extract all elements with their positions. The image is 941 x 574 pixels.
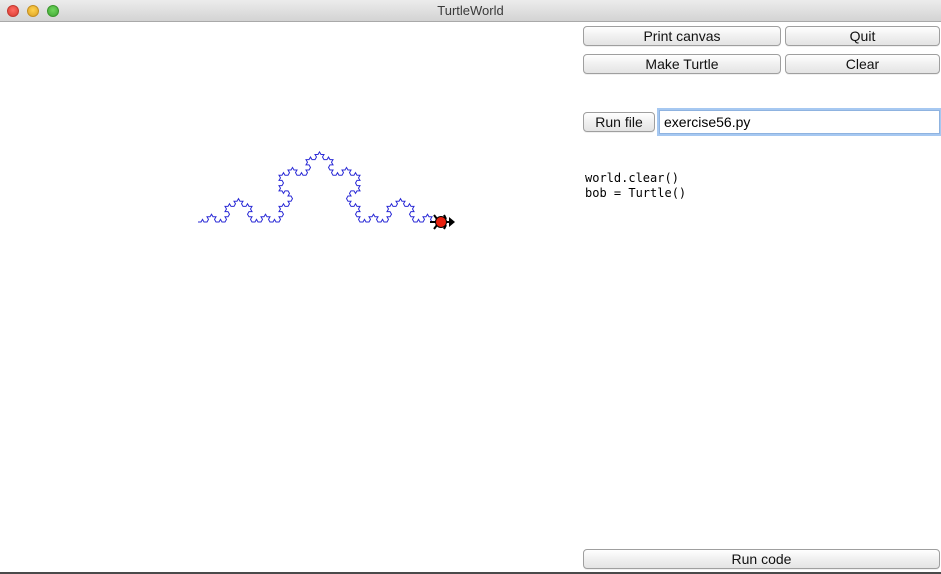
code-line: bob = Turtle() [585, 186, 687, 200]
print-canvas-button[interactable]: Print canvas [583, 26, 781, 46]
title-bar: TurtleWorld [0, 0, 941, 22]
run-code-button[interactable]: Run code [583, 549, 940, 569]
turtleworld-window: TurtleWorld Print canvas Quit Make Turtl… [0, 0, 941, 574]
filename-input[interactable] [659, 110, 940, 134]
quit-button[interactable]: Quit [785, 26, 940, 46]
koch-curve [198, 150, 441, 223]
turtle-icon [430, 214, 455, 230]
canvas-drawing [198, 150, 455, 230]
clear-button[interactable]: Clear [785, 54, 940, 74]
make-turtle-button[interactable]: Make Turtle [583, 54, 781, 74]
code-editor[interactable]: world.clear() bob = Turtle() [585, 171, 935, 541]
turtle-canvas[interactable] [0, 22, 576, 573]
code-line: world.clear() [585, 171, 679, 185]
run-file-button[interactable]: Run file [583, 112, 655, 132]
window-title: TurtleWorld [437, 3, 504, 18]
